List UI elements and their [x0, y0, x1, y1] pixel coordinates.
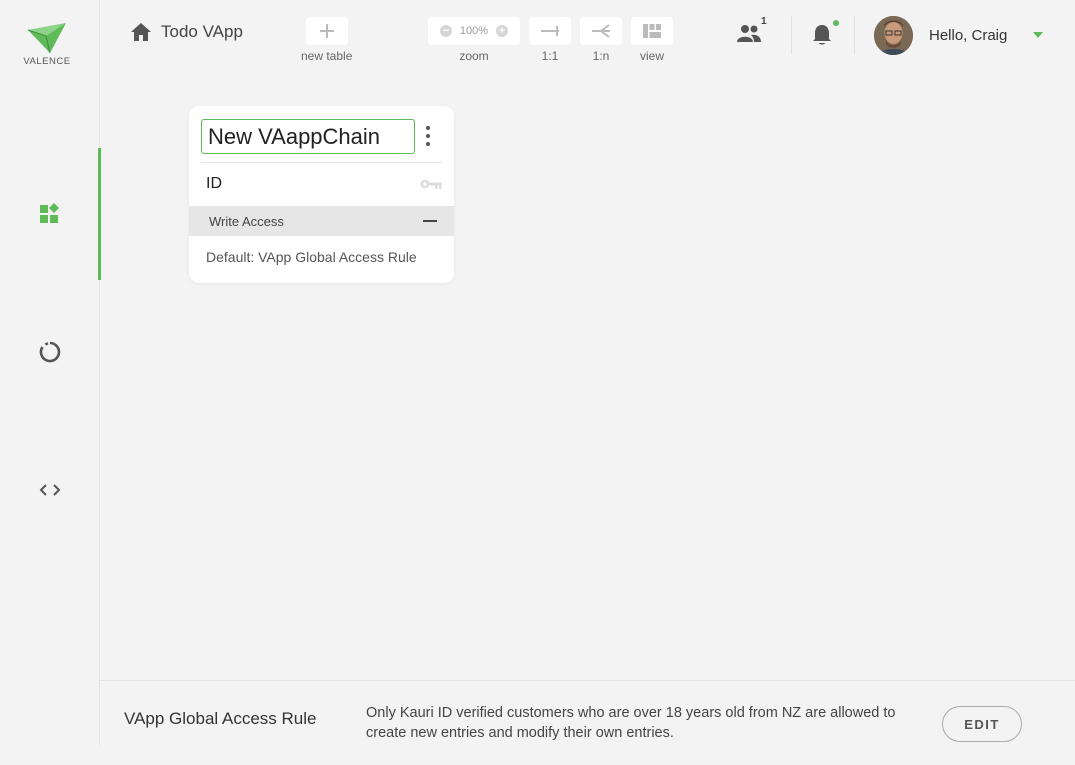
one-to-many-button[interactable]	[580, 17, 622, 45]
bell-icon	[813, 25, 831, 45]
header-divider	[791, 16, 792, 54]
new-table-tool: new table	[301, 17, 352, 63]
one-to-one-button[interactable]	[529, 17, 571, 45]
avatar[interactable]	[874, 16, 913, 55]
collaborators-button[interactable]: 1	[737, 16, 767, 47]
sidebar-item-dashboard[interactable]	[0, 148, 101, 280]
zoom-value: 100%	[459, 25, 489, 37]
notification-indicator	[833, 20, 839, 26]
section-label: Write Access	[209, 213, 284, 229]
dashboard-icon	[40, 203, 59, 223]
key-icon	[420, 179, 442, 189]
one-to-one-tool: 1:1	[529, 17, 571, 63]
sidebar-item-code[interactable]	[0, 424, 100, 556]
view-button[interactable]	[631, 17, 673, 45]
valence-logo[interactable]: VALENCE	[22, 22, 72, 67]
view-tool: view	[631, 17, 673, 63]
one-to-many-tool: 1:n	[580, 17, 622, 63]
collaborators-count: 1	[761, 16, 767, 27]
sidebar-item-activity[interactable]	[0, 286, 100, 418]
zoom-label: zoom	[459, 49, 489, 63]
relation-1-n-icon	[592, 24, 610, 38]
one-to-one-label: 1:1	[541, 49, 559, 63]
footer-title: VApp Global Access Rule	[124, 709, 317, 728]
view-label: view	[639, 49, 664, 63]
zoom-tool: − 100% + zoom	[428, 17, 520, 63]
field-name: ID	[206, 175, 222, 192]
user-avatar-icon	[874, 16, 913, 55]
access-rule-text: Default: VApp Global Access Rule	[206, 249, 417, 265]
zoom-in-icon[interactable]: +	[496, 25, 509, 37]
new-table-label: new table	[301, 49, 353, 63]
plus-icon	[319, 24, 334, 38]
collapse-icon[interactable]	[423, 220, 437, 222]
sidebar: VALENCE	[0, 0, 101, 745]
field-row[interactable]: ID	[206, 175, 442, 193]
layout-view-icon	[643, 24, 661, 38]
notifications-button[interactable]	[812, 20, 839, 51]
access-rule-footer: VApp Global Access Rule Only Kauri ID ve…	[100, 680, 1075, 765]
people-icon	[737, 25, 761, 42]
edit-button[interactable]: EDIT	[942, 706, 1022, 742]
header-divider	[854, 16, 855, 54]
zoom-control: − 100% +	[428, 17, 520, 45]
card-divider	[201, 162, 442, 163]
more-options-icon[interactable]	[423, 126, 433, 146]
code-icon	[39, 484, 61, 496]
new-table-button[interactable]	[305, 17, 348, 45]
relation-1-1-icon	[541, 26, 559, 36]
app-title: Todo VApp	[161, 22, 243, 41]
table-name-input[interactable]	[201, 119, 415, 154]
valence-logo-icon	[27, 23, 66, 54]
footer-description: Only Kauri ID verified customers who are…	[366, 705, 896, 741]
user-greeting[interactable]: Hello, Craig	[929, 27, 1007, 44]
write-access-section[interactable]: Write Access	[189, 206, 454, 236]
brand-name: VALENCE	[23, 56, 71, 67]
zoom-out-icon[interactable]: −	[439, 25, 452, 37]
table-card[interactable]: ID Write Access Default: VApp Global Acc…	[189, 106, 454, 283]
one-to-many-label: 1:n	[592, 49, 610, 63]
loading-circle-icon	[39, 341, 61, 363]
user-menu-caret-icon[interactable]	[1033, 32, 1043, 38]
home-icon[interactable]	[131, 23, 151, 41]
breadcrumb: Todo VApp	[131, 22, 243, 42]
